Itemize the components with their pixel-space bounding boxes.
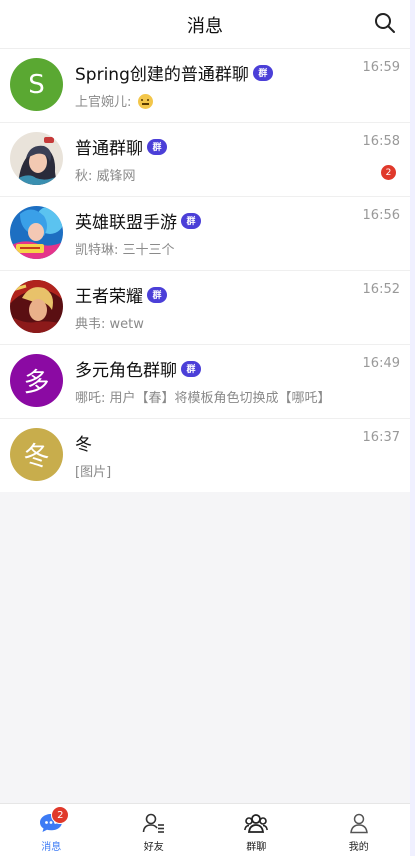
conversation-preview: 秋: 威锋网 [75,169,136,184]
search-icon[interactable] [374,12,396,34]
page-title: 消息 [187,16,223,37]
avatar-letter: 多 [23,368,50,398]
header-bar: 消息 [0,0,410,49]
conversation-time: 16:37 [362,430,400,445]
conversation-name: 英雄联盟手游 [75,213,177,233]
conversation-name: 王者荣耀 [75,287,143,307]
conversation-name: 冬 [75,435,92,455]
conversation-item[interactable]: 王者荣耀 群 16:52 典韦: wetw [0,271,410,345]
group-icon [244,812,269,834]
conversation-item[interactable]: S Spring创建的普通群聊 群 16:59 上官婉儿: [0,49,410,123]
conversation-item[interactable]: 冬 冬 16:37 [图片] [0,419,410,492]
conversation-name: 普通群聊 [75,139,143,159]
friends-icon [142,812,166,834]
unread-badge: 2 [381,165,396,180]
tab-label: 我的 [348,842,369,853]
group-tag: 群 [252,64,273,81]
conversation-item[interactable]: 多 多元角色群聊 群 16:49 哪吒: 用户【春】将模板角色切换成【哪吒】 [0,345,410,419]
tab-groups[interactable]: 群聊 [205,804,308,856]
tab-badge: 2 [51,806,70,824]
conversation-time: 16:58 [362,134,400,149]
avatar-image [10,132,63,185]
conversation-preview: 典韦: wetw [75,317,144,332]
avatar: 冬 [10,428,63,481]
conversation-preview: 上官婉儿: [75,91,153,110]
conversation-name: Spring创建的普通群聊 [75,65,249,85]
conversation-list: S Spring创建的普通群聊 群 16:59 上官婉儿: 普通群聊 群 16:… [0,49,410,492]
avatar [10,206,63,259]
group-tag: 群 [181,360,201,377]
avatar-letter: S [28,69,45,100]
conversation-preview: [图片] [75,465,112,480]
preview-text: 上官婉儿: [75,95,136,110]
chat-bubble-icon: 2 [39,806,70,834]
tab-label: 群聊 [246,842,267,853]
group-tag: 群 [147,138,167,155]
tab-friends[interactable]: 好友 [103,804,206,856]
avatar-image [10,206,63,259]
group-tag: 群 [181,212,201,229]
bottom-tab-bar: 2 消息 好友 群聊 我的 [0,803,410,856]
avatar-letter: 冬 [23,442,50,472]
tab-label: 消息 [41,842,62,853]
tab-messages[interactable]: 2 消息 [0,804,103,856]
conversation-time: 16:52 [362,282,400,297]
avatar [10,280,63,333]
conversation-time: 16:56 [362,208,400,223]
conversation-time: 16:59 [362,60,400,75]
avatar [10,132,63,185]
avatar: 多 [10,354,63,407]
avatar: S [10,58,63,111]
user-icon [347,812,371,834]
avatar-image [10,280,63,333]
tab-label: 好友 [143,842,164,853]
right-edge-strip [410,0,415,856]
conversation-time: 16:49 [362,356,400,371]
conversation-item[interactable]: 英雄联盟手游 群 16:56 凯特琳: 三十三个 [0,197,410,271]
conversation-name: 多元角色群聊 [75,361,177,381]
conversation-item[interactable]: 普通群聊 群 16:58 秋: 威锋网 2 [0,123,410,197]
tab-profile[interactable]: 我的 [308,804,411,856]
conversation-preview: 哪吒: 用户【春】将模板角色切换成【哪吒】 [75,391,331,406]
conversation-preview: 凯特琳: 三十三个 [75,243,175,258]
group-tag: 群 [147,286,167,303]
emoji-icon [137,94,153,109]
